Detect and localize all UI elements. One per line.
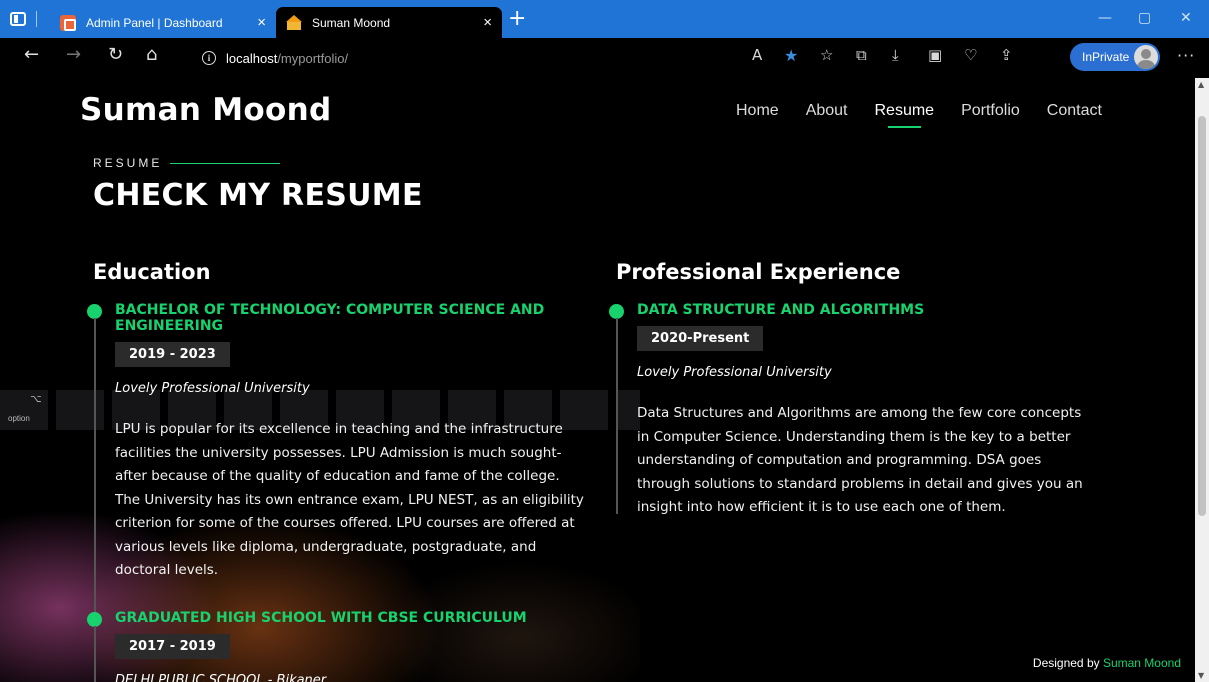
site-nav: Home About Resume Portfolio Contact (736, 102, 1102, 128)
scroll-up-icon[interactable]: ▲ (1198, 80, 1204, 89)
education-title: Education (93, 260, 211, 284)
resume-item-experience-1: DATA STRUCTURE AND ALGORITHMS 2020-Prese… (609, 302, 1097, 520)
info-icon[interactable]: i (202, 51, 216, 65)
forward-icon[interactable]: → (66, 46, 81, 64)
nav-contact[interactable]: Contact (1047, 102, 1102, 120)
more-options-icon[interactable]: ··· (1177, 46, 1195, 65)
timeline-dot-icon (87, 304, 102, 319)
nav-resume[interactable]: Resume (875, 102, 934, 128)
credit-name-link[interactable]: Suman Moond (1103, 656, 1181, 670)
favorite-star-icon[interactable]: ★ (784, 48, 798, 64)
item-date: 2020-Present (637, 326, 764, 351)
inprivate-button[interactable]: InPrivate (1070, 43, 1160, 71)
minimize-icon[interactable]: — (1098, 10, 1112, 26)
resume-item-education-2: GRADUATED HIGH SCHOOL WITH CBSE CURRICUL… (87, 610, 585, 682)
background-key-label: option (8, 414, 30, 423)
browser-tab-bar: Admin Panel | Dashboard × Suman Moond × … (0, 0, 1209, 38)
item-heading: DATA STRUCTURE AND ALGORITHMS (637, 302, 925, 318)
restore-icon[interactable]: ▢ (1138, 10, 1151, 26)
nav-about[interactable]: About (806, 102, 848, 120)
url-host: localhost (226, 50, 278, 66)
close-window-icon[interactable]: ✕ (1180, 10, 1192, 26)
read-aloud-icon[interactable]: A (752, 48, 762, 63)
item-desc: LPU is popular for its excellence in tea… (115, 421, 584, 578)
scroll-down-icon[interactable]: ▼ (1198, 671, 1204, 680)
address-bar[interactable]: i localhost/myportfolio/ (180, 44, 1050, 72)
item-org: Lovely Professional University (637, 365, 832, 380)
refresh-icon[interactable]: ↻ (108, 46, 123, 64)
footer-credit: Designed by Suman Moond (1033, 656, 1181, 670)
page-viewport: ⌥ option Suman Moond Home About Resume P… (0, 78, 1195, 682)
tab-label: Suman Moond (312, 15, 391, 30)
background-key-symbol: ⌥ (30, 394, 42, 405)
tab-close-icon[interactable]: × (257, 15, 266, 30)
address-url[interactable]: localhost/myportfolio/ (226, 51, 348, 66)
tab-actions-icon[interactable] (10, 12, 26, 26)
timeline-dot-icon (87, 612, 102, 627)
back-icon[interactable]: ← (24, 46, 39, 64)
item-heading: BACHELOR OF TECHNOLOGY: COMPUTER SCIENCE… (115, 302, 545, 334)
credit-prefix: Designed by (1032, 656, 1103, 670)
home-icon[interactable]: ⌂ (146, 46, 157, 64)
timeline-line (94, 626, 96, 682)
admin-favicon-icon (60, 14, 76, 31)
browser-essentials-icon[interactable]: ♡ (964, 48, 977, 63)
browser-toolbar: ← → ↻ ⌂ i localhost/myportfolio/ A ★ ☆ ⧉… (0, 38, 1209, 78)
collections-icon[interactable]: ⧉ (856, 48, 867, 63)
tab-label: Admin Panel | Dashboard (86, 15, 223, 30)
scroll-thumb[interactable] (1198, 116, 1206, 516)
inprivate-label: InPrivate (1082, 50, 1130, 64)
tab-suman-moond[interactable]: Suman Moond × (276, 7, 502, 38)
item-date: 2017 - 2019 (115, 634, 230, 659)
profile-avatar-icon (1134, 45, 1158, 69)
tab-divider (36, 11, 37, 27)
screenshot-icon[interactable]: ▣ (928, 48, 942, 63)
item-heading: GRADUATED HIGH SCHOOL WITH CBSE CURRICUL… (115, 610, 527, 626)
section-kicker: RESUME (93, 156, 280, 170)
tab-close-icon[interactable]: × (483, 15, 492, 30)
section-title: CHECK MY RESUME (93, 178, 423, 213)
timeline-line (616, 318, 618, 514)
timeline-dot-icon (609, 304, 624, 319)
home-favicon-icon (286, 14, 302, 31)
item-date: 2019 - 2023 (115, 342, 230, 367)
experience-title: Professional Experience (616, 260, 901, 284)
nav-portfolio[interactable]: Portfolio (961, 102, 1020, 120)
downloads-icon[interactable]: ⤓ (892, 48, 899, 63)
url-path: /myportfolio/ (277, 50, 349, 66)
timeline-line (94, 318, 96, 618)
tab-admin-panel[interactable]: Admin Panel | Dashboard × (50, 7, 276, 38)
nav-home[interactable]: Home (736, 102, 779, 120)
item-desc: Data Structures and Algorithms are among… (637, 405, 1083, 515)
item-org: Lovely Professional University (115, 381, 310, 396)
page-scrollbar[interactable]: ▲ ▼ (1195, 78, 1209, 682)
site-brand[interactable]: Suman Moond (80, 92, 331, 128)
new-tab-icon[interactable]: + (508, 8, 526, 30)
share-icon[interactable]: ⇪ (1000, 48, 1013, 63)
item-org: DELHI PUBLIC SCHOOL - Bikaner (115, 673, 327, 682)
resume-item-education-1: BACHELOR OF TECHNOLOGY: COMPUTER SCIENCE… (87, 302, 585, 618)
favorites-icon[interactable]: ☆ (820, 48, 833, 63)
